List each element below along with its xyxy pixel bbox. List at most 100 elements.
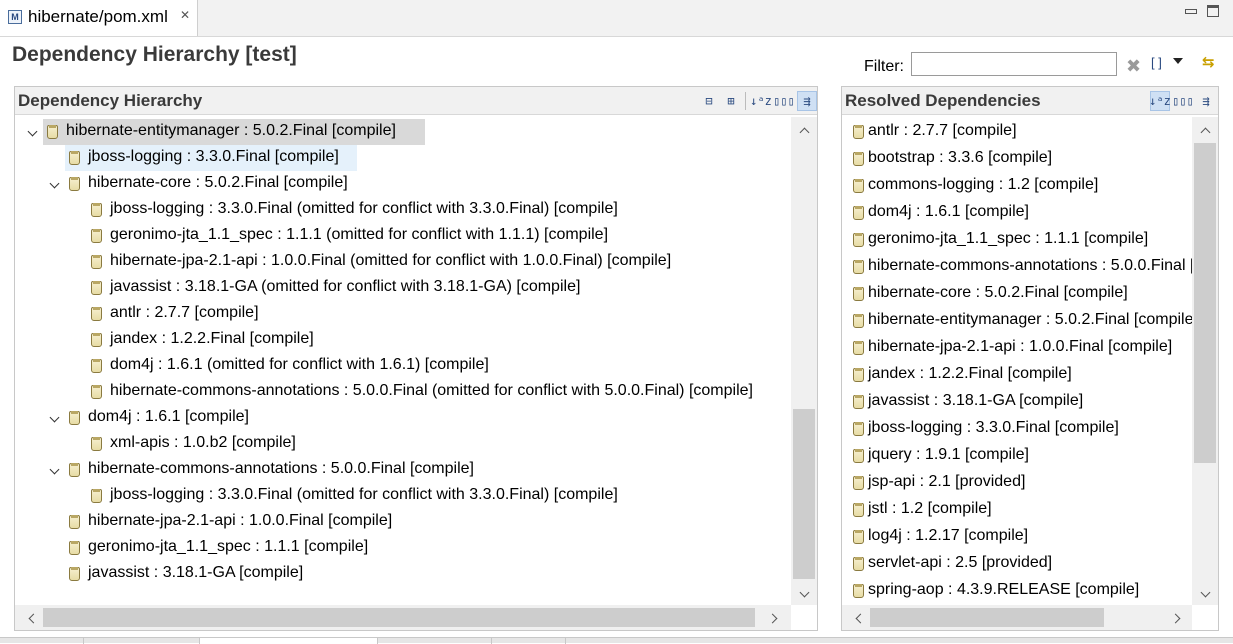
filter-input[interactable] — [911, 52, 1117, 76]
tree-row[interactable]: hibernate-commons-annotations : 5.0.0.Fi… — [65, 457, 791, 483]
scroll-thumb[interactable] — [793, 409, 815, 579]
tree-row[interactable]: hibernate-entitymanager : 5.0.2.Final [c… — [43, 119, 425, 145]
list-item[interactable]: commons-logging : 1.2 [compile] — [850, 173, 1190, 199]
tree-row[interactable]: dom4j : 1.6.1 (omitted for conflict with… — [87, 353, 791, 379]
jar-icon — [69, 541, 80, 555]
list-item[interactable]: antlr : 2.7.7 [compile] — [850, 119, 1190, 145]
minimize-icon[interactable] — [1184, 5, 1197, 17]
vertical-scrollbar[interactable] — [791, 117, 817, 605]
scroll-right-icon[interactable] — [769, 613, 779, 623]
tree-row[interactable]: jboss-logging : 3.3.0.Final (omitted for… — [87, 483, 791, 509]
list-item[interactable]: servlet-api : 2.5 [provided] — [850, 551, 1190, 577]
scroll-left-icon[interactable] — [27, 613, 37, 623]
filter-label: Filter: — [864, 58, 904, 75]
tree-row-label: javassist : 3.18.1-GA [compile] — [88, 564, 304, 581]
sort-az-icon[interactable]: ↓ᵃz — [750, 91, 772, 111]
scroll-right-icon[interactable] — [1172, 613, 1182, 623]
jar-icon — [91, 489, 102, 503]
scroll-left-icon[interactable] — [854, 613, 864, 623]
chevron-down-icon[interactable] — [27, 127, 39, 139]
scroll-up-icon[interactable] — [1200, 125, 1210, 135]
tree-row[interactable]: antlr : 2.7.7 [compile] — [87, 301, 791, 327]
resolved-dependencies-panel: Resolved Dependencies ↓ᵃz ▯▯▯ ⇶ antlr : … — [841, 86, 1219, 631]
editor-tab-pom[interactable]: M hibernate/pom.xml ✕ — [0, 0, 198, 36]
list-item[interactable]: hibernate-jpa-2.1-api : 1.0.0.Final [com… — [850, 335, 1190, 361]
clear-filter-icon[interactable]: ✖ — [1126, 56, 1141, 77]
list-item[interactable]: jandex : 1.2.2.Final [compile] — [850, 362, 1190, 388]
collapse-all-icon[interactable]: ⊟ — [699, 91, 719, 111]
list-item[interactable]: log4j : 1.2.17 [compile] — [850, 524, 1190, 550]
list-item[interactable]: hibernate-commons-annotations : 5.0.0.Fi… — [850, 254, 1192, 280]
list-item[interactable]: dom4j : 1.6.1 [compile] — [850, 200, 1190, 226]
tree-row[interactable]: hibernate-core : 5.0.2.Final [compile] — [65, 171, 791, 197]
show-group-id-icon[interactable]: ▯▯▯ — [773, 91, 795, 111]
scroll-thumb-horizontal[interactable] — [43, 608, 755, 627]
scroll-down-icon[interactable] — [799, 589, 809, 599]
vertical-scrollbar[interactable] — [1192, 117, 1218, 605]
horizontal-scrollbar[interactable] — [842, 605, 1192, 630]
list-item-label: jstl : 1.2 [compile] — [868, 500, 992, 517]
list-item[interactable]: hibernate-entitymanager : 5.0.2.Final [c… — [850, 308, 1192, 334]
tree-row[interactable]: geronimo-jta_1.1_spec : 1.1.1 (omitted f… — [87, 223, 791, 249]
link-with-editor-icon[interactable]: ⇆ — [1202, 53, 1215, 71]
show-conflicts-icon[interactable]: ⇶ — [1196, 91, 1216, 111]
list-item[interactable]: javassist : 3.18.1-GA [compile] — [850, 389, 1190, 415]
chevron-down-icon[interactable] — [49, 179, 61, 191]
list-item[interactable]: bootstrap : 3.3.6 [compile] — [850, 146, 1190, 172]
jar-icon — [853, 125, 864, 139]
tree-row[interactable]: jboss-logging : 3.3.0.Final (omitted for… — [87, 197, 791, 223]
tree-row[interactable]: hibernate-jpa-2.1-api : 1.0.0.Final (omi… — [87, 249, 791, 275]
show-group-id-icon[interactable]: ▯▯▯ — [1172, 91, 1194, 111]
list-item[interactable]: geronimo-jta_1.1_spec : 1.1.1 [compile] — [850, 227, 1190, 253]
list-item-label: jboss-logging : 3.3.0.Final [compile] — [868, 419, 1119, 436]
list-item[interactable]: jsp-api : 2.1 [provided] — [850, 470, 1190, 496]
page-tab[interactable] — [492, 638, 566, 644]
resolved-dependencies-header: Resolved Dependencies ↓ᵃz ▯▯▯ ⇶ — [842, 87, 1218, 115]
list-item[interactable]: jboss-logging : 3.3.0.Final [compile] — [850, 416, 1190, 442]
jar-icon — [69, 177, 80, 191]
jar-icon — [853, 422, 864, 436]
page-tab[interactable] — [200, 638, 378, 644]
tree-row[interactable]: javassist : 3.18.1-GA [compile] — [65, 561, 791, 587]
tree-row[interactable]: jboss-logging : 3.3.0.Final [compile] — [65, 145, 357, 171]
dependency-hierarchy-panel: Dependency Hierarchy ⊟ ⊞ ↓ᵃz ▯▯▯ ⇶ hiber… — [14, 86, 818, 631]
toolbar-separator — [745, 92, 746, 110]
list-item[interactable]: hibernate-core : 5.0.2.Final [compile] — [850, 281, 1190, 307]
list-item[interactable]: jquery : 1.9.1 [compile] — [850, 443, 1190, 469]
scroll-thumb-horizontal[interactable] — [870, 608, 1104, 627]
tree-row[interactable]: hibernate-commons-annotations : 5.0.0.Fi… — [87, 379, 791, 405]
chevron-down-icon[interactable] — [49, 413, 61, 425]
scroll-thumb[interactable] — [1194, 143, 1216, 463]
tree-row[interactable]: geronimo-jta_1.1_spec : 1.1.1 [compile] — [65, 535, 791, 561]
page-tab[interactable] — [378, 638, 492, 644]
tree-row[interactable]: xml-apis : 1.0.b2 [compile] — [87, 431, 791, 457]
jar-icon — [853, 368, 864, 382]
list-item[interactable]: jstl : 1.2 [compile] — [850, 497, 1190, 523]
show-conflicts-icon[interactable]: ⇶ — [797, 91, 817, 111]
tree-row[interactable]: jandex : 1.2.2.Final [compile] — [87, 327, 791, 353]
jar-icon — [69, 151, 80, 165]
chevron-down-icon[interactable] — [49, 465, 61, 477]
dependency-hierarchy-header: Dependency Hierarchy ⊟ ⊞ ↓ᵃz ▯▯▯ ⇶ — [15, 87, 817, 115]
sort-az-icon[interactable]: ↓ᵃz — [1149, 91, 1171, 111]
jar-icon — [853, 206, 864, 220]
horizontal-scrollbar[interactable] — [15, 605, 791, 630]
jar-icon — [91, 203, 102, 217]
jar-icon — [69, 463, 80, 477]
select-scope-icon[interactable]: [ ] — [1151, 55, 1162, 70]
maximize-icon[interactable] — [1207, 5, 1219, 17]
scroll-up-icon[interactable] — [799, 125, 809, 135]
expand-all-icon[interactable]: ⊞ — [721, 91, 741, 111]
scroll-down-icon[interactable] — [1200, 589, 1210, 599]
tree-row[interactable]: javassist : 3.18.1-GA (omitted for confl… — [87, 275, 791, 301]
list-item-label: log4j : 1.2.17 [compile] — [868, 527, 1029, 544]
chevron-down-icon[interactable] — [1173, 58, 1183, 64]
tree-row-label: hibernate-jpa-2.1-api : 1.0.0.Final [com… — [88, 512, 393, 529]
list-item[interactable]: spring-aop : 4.3.9.RELEASE [compile] — [850, 578, 1190, 604]
page-tab[interactable] — [0, 638, 84, 644]
tree-row[interactable]: dom4j : 1.6.1 [compile] — [65, 405, 791, 431]
close-icon[interactable]: ✕ — [180, 8, 190, 22]
tree-row[interactable]: hibernate-jpa-2.1-api : 1.0.0.Final [com… — [65, 509, 791, 535]
resolved-dependencies-title: Resolved Dependencies — [845, 91, 1041, 110]
page-tab[interactable] — [84, 638, 200, 644]
